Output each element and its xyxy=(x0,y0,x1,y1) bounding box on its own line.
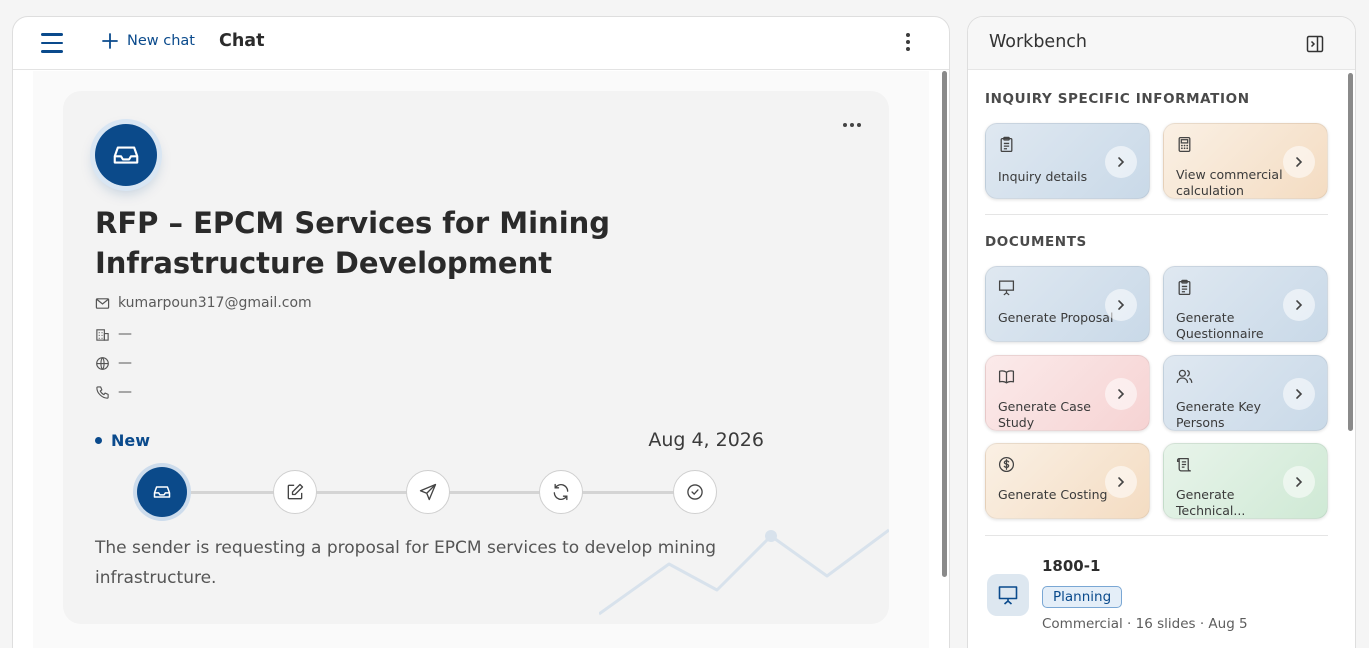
send-icon xyxy=(419,483,437,501)
generate-technical-tile[interactable]: Generate Technical... xyxy=(1163,443,1328,519)
phone-value: — xyxy=(118,384,132,400)
refresh-icon xyxy=(553,483,569,501)
card-more-icon[interactable] xyxy=(843,123,861,127)
inquiry-section-title: INQUIRY SPECIFIC INFORMATION xyxy=(985,91,1250,107)
mail-icon xyxy=(95,297,110,309)
inquiry-title: RFP – EPCM Services for Mining Infrastru… xyxy=(95,206,611,280)
section-divider xyxy=(985,535,1328,536)
chevron-right-icon xyxy=(1105,289,1137,321)
company-row: — xyxy=(95,326,132,342)
status-label: New xyxy=(111,431,151,450)
chevron-right-icon xyxy=(1283,289,1315,321)
website-value: — xyxy=(118,355,132,371)
chevron-right-icon xyxy=(1283,466,1315,498)
tile-label: Generate Technical... xyxy=(1176,487,1246,518)
scroll-icon xyxy=(1176,458,1191,472)
workbench-panel: Workbench INQUIRY SPECIFIC INFORMATION I… xyxy=(967,16,1356,648)
more-options-icon[interactable] xyxy=(905,33,911,53)
clipboard-icon xyxy=(1000,136,1013,153)
generate-key-persons-tile[interactable]: Generate Key Persons xyxy=(1163,355,1328,431)
chat-title: Chat xyxy=(219,31,265,51)
document-name: 1800-1 xyxy=(1042,557,1101,575)
workbench-scrollbar[interactable] xyxy=(1348,73,1353,431)
tile-label: Generate Case Study xyxy=(998,399,1091,430)
check-circle-icon xyxy=(687,484,703,500)
presentation-icon xyxy=(998,586,1018,605)
plus-icon xyxy=(102,33,118,49)
inbox-icon xyxy=(113,146,139,164)
generate-costing-tile[interactable]: Generate Costing xyxy=(985,443,1150,519)
workbench-header: Workbench xyxy=(968,17,1355,70)
documents-section-title: DOCUMENTS xyxy=(985,234,1087,250)
inbox-icon xyxy=(153,486,171,498)
chat-header: New chat Chat xyxy=(13,17,949,70)
tile-label: Generate Proposal xyxy=(998,310,1114,325)
tile-label: Inquiry details xyxy=(998,169,1088,184)
section-divider xyxy=(985,214,1328,215)
phone-icon xyxy=(96,385,109,399)
generate-proposal-tile[interactable]: Generate Proposal xyxy=(985,266,1150,342)
menu-icon[interactable] xyxy=(41,33,63,53)
chevron-right-icon xyxy=(1105,466,1137,498)
dollar-icon xyxy=(998,456,1015,473)
globe-icon xyxy=(96,356,109,370)
chat-body: RFP – EPCM Services for Mining Infrastru… xyxy=(33,71,929,648)
users-icon xyxy=(1176,369,1193,383)
decorative-trend-graphic xyxy=(599,528,889,616)
website-row: — xyxy=(95,355,132,371)
chevron-right-icon xyxy=(1105,378,1137,410)
book-icon xyxy=(998,370,1015,384)
step-inbox[interactable] xyxy=(137,467,187,517)
status-badge: New xyxy=(95,431,150,450)
collapse-panel-icon[interactable] xyxy=(1305,34,1325,54)
recent-document-item[interactable]: 1800-1 Planning Commercial · 16 slides ·… xyxy=(985,552,1335,632)
generate-case-study-tile[interactable]: Generate Case Study xyxy=(985,355,1150,431)
tile-label: Generate Questionnaire xyxy=(1176,310,1264,341)
tile-label: View commercial calculation xyxy=(1176,167,1283,198)
edit-icon xyxy=(287,483,304,500)
tile-label: Generate Costing xyxy=(998,487,1108,502)
presentation-icon xyxy=(998,280,1015,296)
company-value: — xyxy=(118,326,132,342)
workbench-title: Workbench xyxy=(989,32,1087,52)
chat-scrollbar[interactable] xyxy=(942,71,947,577)
chevron-right-icon xyxy=(1283,378,1315,410)
document-status-badge: Planning xyxy=(1042,586,1123,608)
new-chat-label: New chat xyxy=(127,33,195,49)
inquiry-date: Aug 4, 2026 xyxy=(648,429,764,451)
generate-questionnaire-tile[interactable]: Generate Questionnaire xyxy=(1163,266,1328,342)
status-dot xyxy=(95,437,102,444)
commercial-calculation-tile[interactable]: View commercial calculation xyxy=(1163,123,1328,199)
chevron-right-icon xyxy=(1283,146,1315,178)
inquiry-details-tile[interactable]: Inquiry details xyxy=(985,123,1150,199)
new-chat-button[interactable]: New chat xyxy=(101,32,195,50)
clipboard-icon xyxy=(1178,279,1191,296)
building-icon xyxy=(96,328,109,341)
email-value: kumarpoun317@gmail.com xyxy=(118,295,312,311)
inquiry-card: RFP – EPCM Services for Mining Infrastru… xyxy=(63,91,889,624)
tile-label: Generate Key Persons xyxy=(1176,399,1262,430)
document-meta: Commercial · 16 slides · Aug 5 xyxy=(1042,616,1248,632)
step-refresh[interactable] xyxy=(539,470,583,514)
step-send[interactable] xyxy=(406,470,450,514)
chat-panel: New chat Chat RFP – EPCM Services for Mi… xyxy=(12,16,950,648)
inbox-avatar xyxy=(95,124,157,186)
phone-row: — xyxy=(95,384,132,400)
step-edit[interactable] xyxy=(273,470,317,514)
document-thumbnail xyxy=(987,574,1029,616)
chevron-right-icon xyxy=(1105,146,1137,178)
email-row: kumarpoun317@gmail.com xyxy=(95,295,312,311)
calculator-icon xyxy=(1178,136,1191,153)
